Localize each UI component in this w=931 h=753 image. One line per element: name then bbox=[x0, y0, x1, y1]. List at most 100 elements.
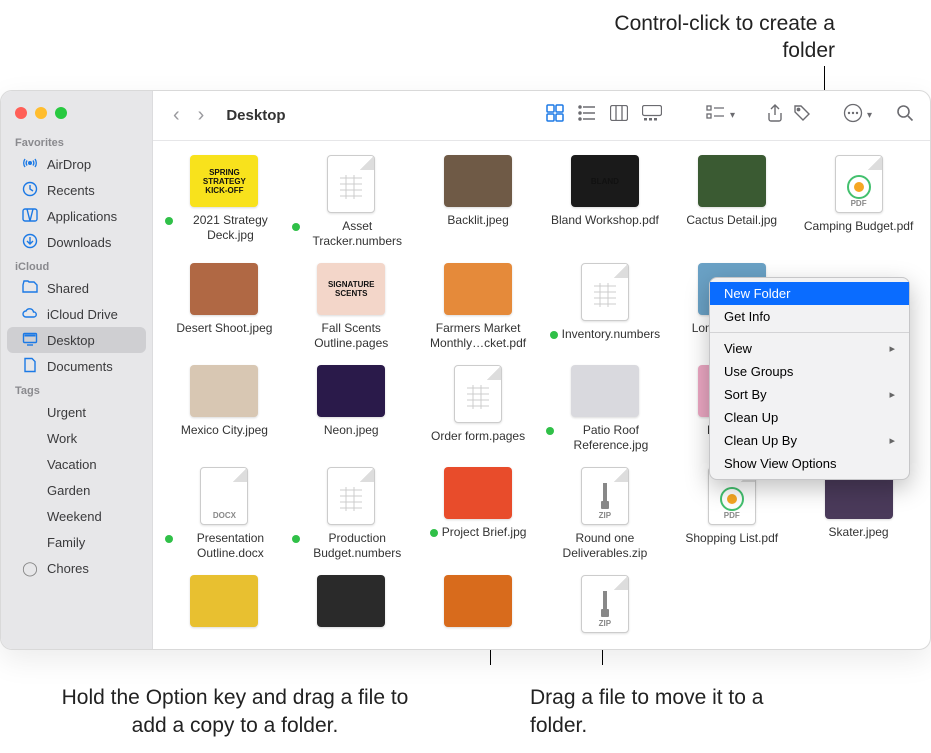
icon-view-icon[interactable] bbox=[546, 104, 564, 127]
file-name: Mexico City.jpeg bbox=[181, 423, 268, 438]
sync-status-icon bbox=[550, 331, 558, 339]
sidebar-tag-work[interactable]: Work bbox=[7, 425, 146, 451]
menu-item-clean-up[interactable]: Clean Up bbox=[710, 406, 909, 429]
sidebar-item-airdrop[interactable]: AirDrop bbox=[7, 151, 146, 177]
file-item[interactable]: ZIPRound one Deliverables.zip bbox=[545, 467, 665, 561]
sidebar-tag-vacation[interactable]: Vacation bbox=[7, 451, 146, 477]
chevron-right-icon: ▸ bbox=[889, 434, 895, 447]
sidebar: Favorites AirDropRecentsApplicationsDown… bbox=[1, 91, 153, 649]
menu-item-show-view-options[interactable]: Show View Options bbox=[710, 452, 909, 475]
file-item[interactable]: Skater.jpeg bbox=[799, 467, 919, 561]
file-thumbnail bbox=[444, 263, 512, 315]
file-name: Shopping List.pdf bbox=[685, 531, 778, 546]
menu-item-use-groups[interactable]: Use Groups bbox=[710, 360, 909, 383]
file-item[interactable]: Production Budget.numbers bbox=[291, 467, 411, 561]
file-name: Neon.jpeg bbox=[324, 423, 379, 438]
sidebar-item-label: Weekend bbox=[47, 509, 102, 524]
sync-status-icon bbox=[165, 217, 173, 225]
search-icon[interactable] bbox=[896, 104, 914, 127]
callout-bottom-right: Drag a file to move it to a folder. bbox=[530, 684, 790, 739]
file-item[interactable]: Patio Roof Reference.jpg bbox=[545, 365, 665, 453]
menu-item-label: Use Groups bbox=[724, 364, 793, 379]
column-view-icon[interactable] bbox=[610, 105, 628, 126]
file-item[interactable]: SPRING STRATEGY KICK-OFF2021 Strategy De… bbox=[164, 155, 284, 249]
more-icon[interactable] bbox=[843, 103, 863, 128]
file-name: Inventory.numbers bbox=[550, 327, 661, 342]
file-item[interactable]: Backlit.jpeg bbox=[418, 155, 538, 249]
sidebar-item-downloads[interactable]: Downloads bbox=[7, 229, 146, 255]
menu-item-get-info[interactable]: Get Info bbox=[710, 305, 909, 328]
sidebar-tag-urgent[interactable]: Urgent bbox=[7, 399, 146, 425]
cloud-icon bbox=[21, 305, 39, 324]
file-item[interactable]: PDFShopping List.pdf bbox=[672, 467, 792, 561]
chevron-right-icon: ▸ bbox=[889, 388, 895, 401]
file-item[interactable]: Asset Tracker.numbers bbox=[291, 155, 411, 249]
file-name: Backlit.jpeg bbox=[447, 213, 508, 228]
file-item[interactable]: Project Brief.jpg bbox=[418, 467, 538, 561]
close-button[interactable] bbox=[15, 107, 27, 119]
chevron-down-icon[interactable]: ▾ bbox=[730, 110, 735, 121]
file-name: Farmers Market Monthly…cket.pdf bbox=[419, 321, 537, 351]
file-name: Cactus Detail.jpg bbox=[686, 213, 777, 228]
sidebar-item-label: Shared bbox=[47, 281, 89, 296]
sidebar-item-shared[interactable]: Shared bbox=[7, 275, 146, 301]
file-item[interactable]: Neon.jpeg bbox=[291, 365, 411, 453]
menu-item-new-folder[interactable]: New Folder bbox=[710, 282, 909, 305]
file-item[interactable]: ZIP bbox=[545, 575, 665, 639]
file-item[interactable] bbox=[291, 575, 411, 639]
sidebar-tag-garden[interactable]: Garden bbox=[7, 477, 146, 503]
minimize-button[interactable] bbox=[35, 107, 47, 119]
forward-button[interactable]: › bbox=[194, 104, 209, 127]
sync-status-icon bbox=[292, 535, 300, 543]
sidebar-item-label: Vacation bbox=[47, 457, 97, 472]
file-thumbnail bbox=[444, 155, 512, 207]
sidebar-tag-chores[interactable]: ◯Chores bbox=[7, 555, 146, 581]
sidebar-item-label: Work bbox=[47, 431, 77, 446]
file-thumbnail bbox=[327, 155, 375, 213]
file-thumbnail bbox=[581, 263, 629, 321]
file-name: Desert Shoot.jpeg bbox=[176, 321, 272, 336]
sidebar-item-desktop[interactable]: Desktop bbox=[7, 327, 146, 353]
menu-item-label: Get Info bbox=[724, 309, 770, 324]
file-item[interactable]: Mexico City.jpeg bbox=[164, 365, 284, 453]
gallery-view-icon[interactable] bbox=[642, 105, 662, 126]
sidebar-item-recents[interactable]: Recents bbox=[7, 177, 146, 203]
file-item[interactable]: Desert Shoot.jpeg bbox=[164, 263, 284, 351]
file-name: 2021 Strategy Deck.jpg bbox=[165, 213, 283, 243]
sidebar-tag-weekend[interactable]: Weekend bbox=[7, 503, 146, 529]
file-item[interactable]: SIGNATURE SCENTSFall Scents Outline.page… bbox=[291, 263, 411, 351]
share-icon[interactable] bbox=[767, 104, 783, 127]
menu-item-sort-by[interactable]: Sort By▸ bbox=[710, 383, 909, 406]
group-by-icon[interactable] bbox=[706, 105, 726, 126]
all-tags-icon: ◯ bbox=[21, 560, 39, 577]
menu-item-view[interactable]: View▸ bbox=[710, 337, 909, 360]
file-thumbnail: ZIP bbox=[581, 467, 629, 525]
zoom-button[interactable] bbox=[55, 107, 67, 119]
sidebar-item-icloud-drive[interactable]: iCloud Drive bbox=[7, 301, 146, 327]
sidebar-item-documents[interactable]: Documents bbox=[7, 353, 146, 379]
file-item[interactable]: Cactus Detail.jpg bbox=[672, 155, 792, 249]
download-icon bbox=[21, 233, 39, 252]
sidebar-item-label: iCloud Drive bbox=[47, 307, 118, 322]
back-button[interactable]: ‹ bbox=[169, 104, 184, 127]
menu-item-clean-up-by[interactable]: Clean Up By▸ bbox=[710, 429, 909, 452]
file-thumbnail bbox=[327, 467, 375, 525]
sidebar-item-label: Applications bbox=[47, 209, 117, 224]
file-item[interactable] bbox=[164, 575, 284, 639]
sidebar-item-applications[interactable]: Applications bbox=[7, 203, 146, 229]
list-view-icon[interactable] bbox=[578, 104, 596, 127]
file-item[interactable]: Farmers Market Monthly…cket.pdf bbox=[418, 263, 538, 351]
file-item[interactable]: Inventory.numbers bbox=[545, 263, 665, 351]
chevron-down-icon[interactable]: ▾ bbox=[867, 110, 872, 121]
clock-icon bbox=[21, 181, 39, 200]
sidebar-tag-family[interactable]: Family bbox=[7, 529, 146, 555]
file-item[interactable]: PDFCamping Budget.pdf bbox=[799, 155, 919, 249]
file-item[interactable]: DOCXPresentation Outline.docx bbox=[164, 467, 284, 561]
file-item[interactable]: Order form.pages bbox=[418, 365, 538, 453]
file-item[interactable]: BLANDBland Workshop.pdf bbox=[545, 155, 665, 249]
file-thumbnail bbox=[190, 365, 258, 417]
file-item[interactable] bbox=[418, 575, 538, 639]
tag-icon[interactable] bbox=[793, 104, 811, 127]
callout-top: Control-click to create a folder bbox=[570, 10, 835, 65]
menu-item-label: View bbox=[724, 341, 752, 356]
